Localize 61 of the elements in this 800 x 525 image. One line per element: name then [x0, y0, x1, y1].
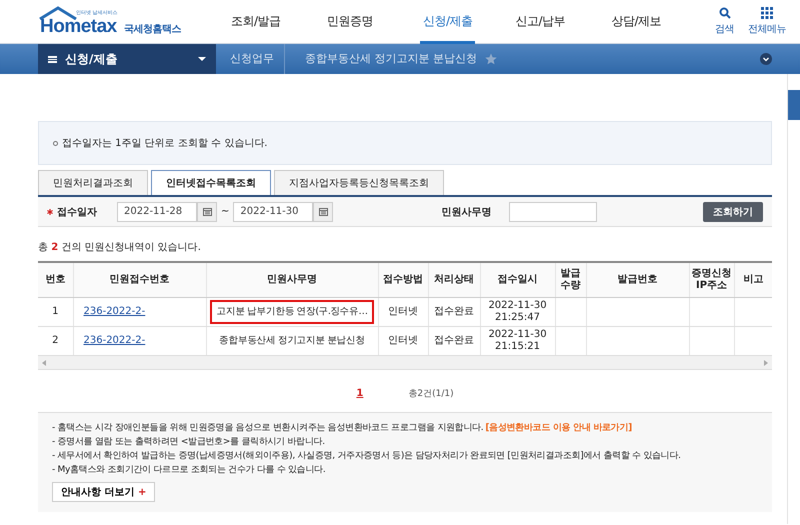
- name-label: 민원사무명: [441, 206, 492, 218]
- info-text: - My홈택스와 조회기간이 다르므로 조회되는 건수가 다를 수 있습니다.: [52, 464, 326, 477]
- table-cell: 인터넷: [378, 298, 428, 326]
- column-header: 처리상태: [428, 263, 480, 298]
- info-text: - 홈택스는 시각 장애인분들을 위해 민원증명을 음성으로 변환시켜주는 음성변환바코드 프로그램을 지원합니다. [음성변환바코드 이용 안내 바로가기]: [52, 422, 633, 435]
- column-header: 번호: [38, 263, 73, 298]
- table-cell: 고지분 납부기한등 연장(구.징수유…: [210, 300, 374, 324]
- date-field[interactable]: 2022-11-28: [117, 202, 197, 222]
- scrollbar[interactable]: [38, 356, 772, 370]
- grid-icon: [761, 7, 773, 19]
- page-summary: 총2건(1/1): [408, 388, 454, 400]
- column-header: 접수일시: [480, 263, 555, 298]
- calendar-icon[interactable]: [197, 202, 217, 222]
- scroll-right-icon[interactable]: [763, 360, 768, 366]
- tab[interactable]: 인터넷접수목록조회: [151, 170, 271, 195]
- roof-icon: [38, 6, 78, 20]
- tab[interactable]: 민원처리결과조회: [38, 170, 148, 195]
- menu-dropdown[interactable]: 신청/제출: [38, 44, 216, 74]
- range-separator: ~: [221, 206, 230, 217]
- column-header: 발급 수량: [555, 263, 586, 298]
- bullet-icon: [53, 140, 58, 146]
- top-menu-item[interactable]: 민원증명: [324, 0, 420, 44]
- utility-link[interactable]: 전체메뉴: [748, 7, 786, 36]
- breadcrumb-item[interactable]: 종합부동산세 정기고지분 분납신청: [291, 44, 479, 74]
- top-menu-item[interactable]: 상담/제보: [608, 0, 705, 44]
- top-menu-item[interactable]: 신고/납부: [512, 0, 609, 44]
- date-label: 접수일자: [57, 206, 98, 218]
- logo-text: Hometax: [40, 16, 117, 38]
- table-cell: 2022-11-30 21:25:47: [480, 298, 555, 326]
- column-header: 발급번호: [586, 263, 689, 298]
- breadcrumb-item[interactable]: 신청업무: [216, 44, 285, 74]
- receipt-link[interactable]: 236-2022-2-: [84, 306, 146, 317]
- column-header: 민원접수번호: [73, 263, 206, 298]
- table-cell: 접수완료: [428, 298, 480, 326]
- top-menu-item[interactable]: 조회/발급: [228, 0, 324, 44]
- more-button[interactable]: 안내사항 더보기 +: [52, 482, 156, 502]
- utility-link[interactable]: 검색: [715, 7, 734, 36]
- logo-subtitle: 국세청홈택스: [124, 22, 181, 36]
- table-cell-text: 종합부동산세 정기고지분 분납신청: [218, 334, 366, 348]
- search-icon: [718, 7, 730, 19]
- notice-text: 접수일자는 1주일 단위로 조회할 수 있습니다.: [62, 137, 268, 150]
- tab[interactable]: 지점사업자등록등신청목록조회: [274, 170, 444, 195]
- date-field[interactable]: 2022-11-30: [233, 202, 314, 222]
- result-count-text: 총 2 건의 민원신청내역이 있습니다.: [38, 241, 202, 254]
- column-header: 접수방법: [378, 263, 428, 298]
- table-cell: 1: [38, 298, 73, 326]
- info-text: - 세무서에서 확인하여 발급하는 증명(납세증명서(해외이주용), 사실증명, 거주자증명서 등)은 담당자처리가 완료되면 [민원처리결과조회]에서 출력할 수 있습니다.: [52, 450, 682, 463]
- name-input[interactable]: [509, 202, 598, 222]
- info-text: - 증명서를 열람 또는 출력하려면 <발급번호>를 클릭하시기 바랍니다.: [52, 436, 326, 449]
- menu-icon: [48, 56, 57, 62]
- search-button[interactable]: 조회하기: [703, 202, 763, 222]
- star-icon[interactable]: [485, 53, 497, 65]
- scroll-left-icon[interactable]: [42, 360, 47, 366]
- receipt-link[interactable]: 236-2022-2-: [84, 335, 146, 346]
- column-header: 민원사무명: [206, 263, 378, 298]
- required-icon: [47, 208, 53, 214]
- column-header: 비고: [734, 263, 772, 298]
- expand-icon[interactable]: [760, 53, 772, 65]
- calendar-icon[interactable]: [313, 202, 334, 222]
- column-header: 증명신청 IP주소: [689, 263, 734, 298]
- page-link[interactable]: 1: [356, 388, 364, 398]
